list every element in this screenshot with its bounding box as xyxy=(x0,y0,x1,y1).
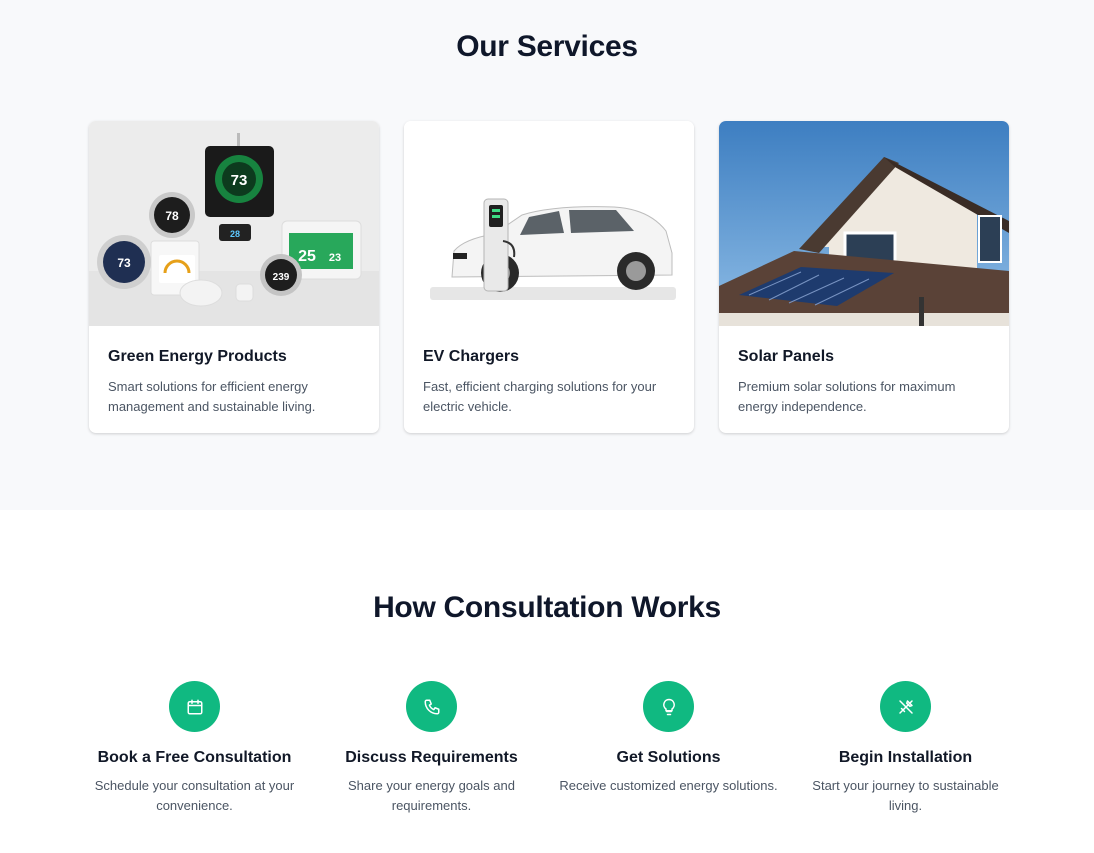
service-card-ev-chargers[interactable]: EV Chargers Fast, efficient charging sol… xyxy=(404,121,694,433)
svg-text:73: 73 xyxy=(231,172,248,189)
consultation-steps: Book a Free Consultation Schedule your c… xyxy=(76,681,1024,816)
svg-text:239: 239 xyxy=(273,272,290,283)
consultation-section: How Consultation Works Book a Free Consu… xyxy=(0,510,1094,853)
ev-charger-image xyxy=(404,121,694,326)
service-card-solar-panels[interactable]: Solar Panels Premium solar solutions for… xyxy=(719,121,1009,433)
svg-text:78: 78 xyxy=(165,209,179,223)
calendar-icon xyxy=(169,681,220,732)
consultation-heading: How Consultation Works xyxy=(373,591,721,624)
card-title: EV Chargers xyxy=(423,348,520,365)
lightbulb-icon xyxy=(643,681,694,732)
step-book-consultation: Book a Free Consultation Schedule your c… xyxy=(76,681,313,816)
step-description: Receive customized energy solutions. xyxy=(559,778,778,793)
solar-house-image xyxy=(719,121,1009,326)
service-card-green-energy[interactable]: 73 78 73 28 25 23 239 Green Energy Produ… xyxy=(89,121,379,433)
tools-icon xyxy=(880,681,931,732)
step-discuss-requirements: Discuss Requirements Share your energy g… xyxy=(313,681,550,816)
step-title: Get Solutions xyxy=(616,749,721,766)
services-cards: 73 78 73 28 25 23 239 Green Energy Produ… xyxy=(89,121,1009,433)
step-description: Schedule your consultation at your conve… xyxy=(94,778,295,813)
step-description: Start your journey to sustainable living… xyxy=(812,778,999,813)
phone-icon xyxy=(406,681,457,732)
step-description: Share your energy goals and requirements… xyxy=(348,778,515,813)
step-title: Begin Installation xyxy=(838,749,973,766)
green-energy-image: 73 78 73 28 25 23 239 xyxy=(89,121,379,326)
services-heading: Our Services xyxy=(456,30,638,63)
step-title: Discuss Requirements xyxy=(345,749,518,766)
card-description: Fast, efficient charging solutions for y… xyxy=(423,379,657,414)
svg-text:25: 25 xyxy=(298,248,316,265)
card-description: Smart solutions for efficient energy man… xyxy=(108,379,316,414)
card-title: Solar Panels xyxy=(738,348,835,365)
step-begin-installation: Begin Installation Start your journey to… xyxy=(787,681,1024,816)
svg-text:28: 28 xyxy=(230,229,240,239)
step-title: Book a Free Consultation xyxy=(97,749,292,766)
svg-text:73: 73 xyxy=(117,256,131,270)
card-description: Premium solar solutions for maximum ener… xyxy=(738,379,956,414)
services-section: Our Services 73 78 73 28 25 23 239 Green… xyxy=(0,0,1094,510)
step-get-solutions: Get Solutions Receive customized energy … xyxy=(550,681,787,816)
card-title: Green Energy Products xyxy=(108,348,287,365)
svg-text:23: 23 xyxy=(329,252,341,264)
